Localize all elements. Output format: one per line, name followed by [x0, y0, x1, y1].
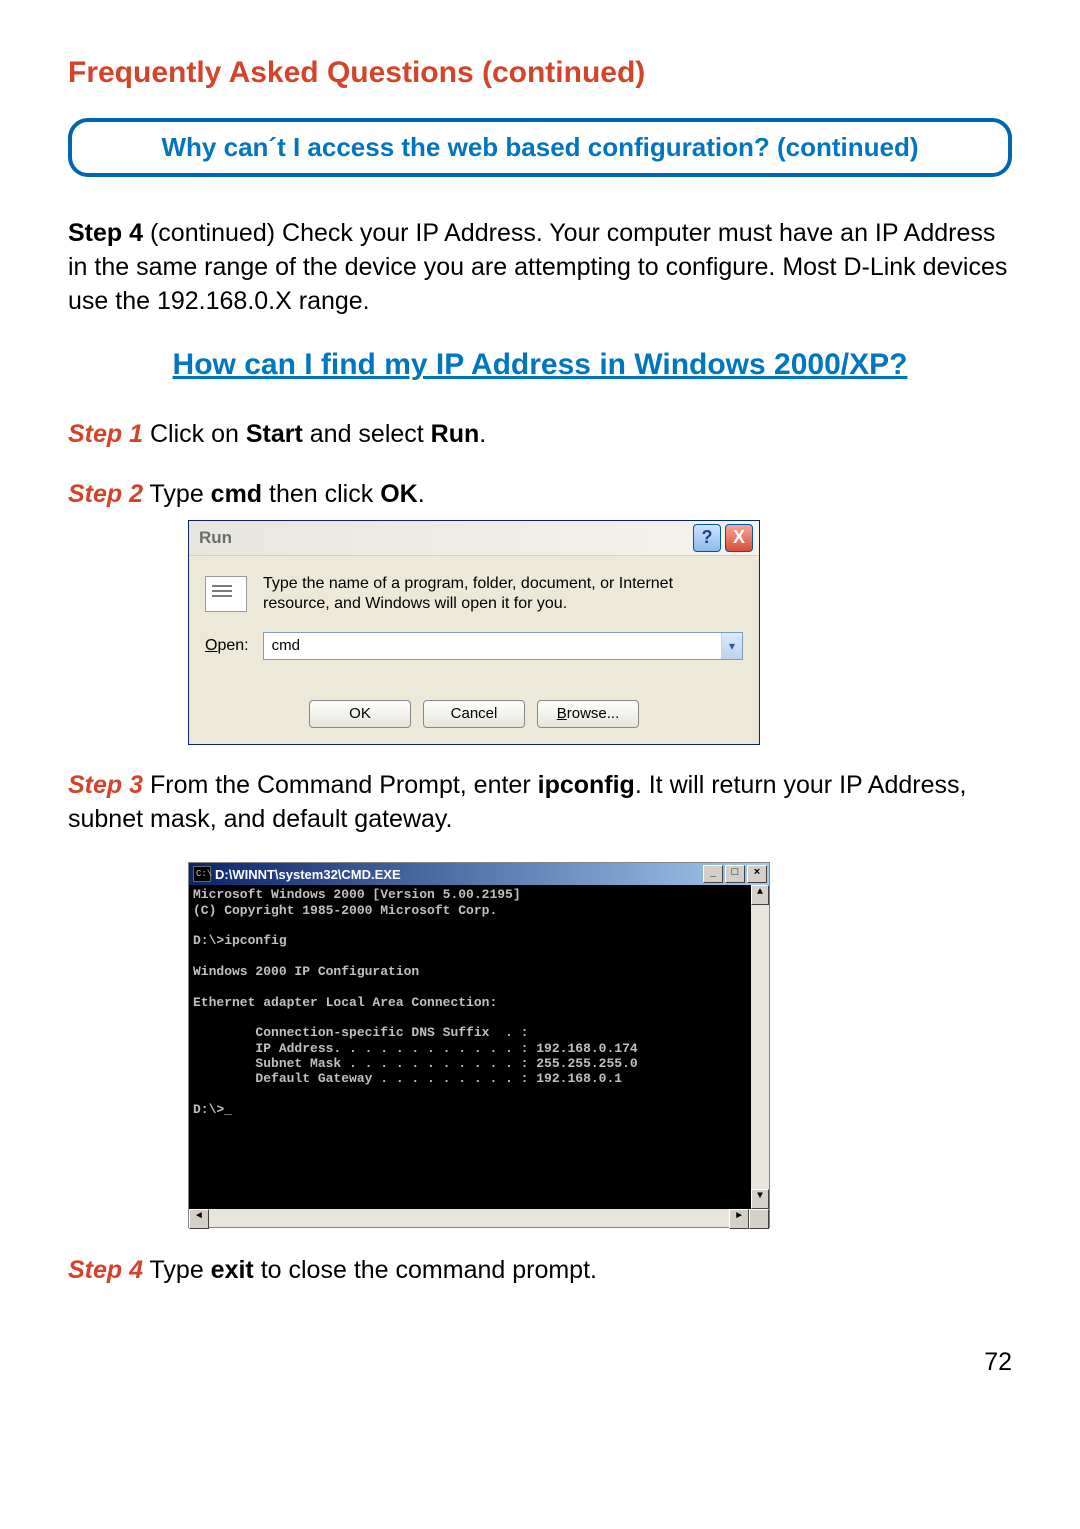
cmd-title: D:\WINNT\system32\CMD.EXE: [215, 867, 701, 882]
question-box: Why can´t I access the web based configu…: [68, 118, 1012, 177]
step-label: Step 4: [68, 1256, 143, 1284]
resize-grip[interactable]: [749, 1209, 769, 1229]
run-dialog: Run ? X Type the name of a program, fold…: [188, 520, 760, 745]
open-input[interactable]: [264, 633, 721, 659]
step3-text: Step 3 From the Command Prompt, enter ip…: [68, 769, 1012, 837]
help-button[interactable]: ?: [693, 524, 721, 552]
step-label: Step 2: [68, 480, 143, 508]
faq-title: Frequently Asked Questions (continued): [68, 56, 1012, 90]
vertical-scrollbar[interactable]: ▲ ▼: [751, 885, 769, 1209]
run-title: Run: [199, 528, 689, 548]
close-button[interactable]: ×: [747, 865, 767, 883]
document-page: Frequently Asked Questions (continued) W…: [0, 0, 1080, 1417]
open-combobox[interactable]: ▾: [263, 632, 743, 660]
page-number: 72: [68, 1348, 1012, 1377]
cancel-button[interactable]: Cancel: [423, 700, 525, 728]
scroll-left-icon[interactable]: ◄: [189, 1209, 209, 1229]
ok-button[interactable]: OK: [309, 700, 411, 728]
cmd-icon: C:\: [193, 866, 211, 882]
step4-text: Step 4 Type exit to close the command pr…: [68, 1254, 1012, 1288]
section-title: How can I find my IP Address in Windows …: [68, 348, 1012, 382]
step-label: Step 3: [68, 771, 143, 799]
scroll-track[interactable]: [209, 1209, 729, 1227]
run-icon: [205, 576, 247, 612]
chevron-down-icon[interactable]: ▾: [721, 633, 742, 659]
run-titlebar: Run ? X: [189, 521, 759, 556]
step1-text: Step 1 Click on Start and select Run.: [68, 418, 1012, 452]
minimize-button[interactable]: _: [703, 865, 723, 883]
step-cont: (continued): [143, 219, 275, 247]
scroll-down-icon[interactable]: ▼: [751, 1189, 769, 1209]
step-label: Step 1: [68, 420, 143, 448]
run-body: Type the name of a program, folder, docu…: [189, 556, 759, 744]
close-button[interactable]: X: [725, 524, 753, 552]
step4-top-text: Step 4 (continued) Check your IP Address…: [68, 217, 1012, 318]
maximize-button[interactable]: □: [725, 865, 745, 883]
question-box-text: Why can´t I access the web based configu…: [162, 132, 919, 162]
scroll-up-icon[interactable]: ▲: [751, 885, 769, 905]
cmd-window: C:\ D:\WINNT\system32\CMD.EXE _ □ × Micr…: [188, 862, 770, 1228]
scroll-track[interactable]: [751, 905, 769, 1189]
horizontal-scrollbar[interactable]: ◄ ►: [189, 1209, 769, 1227]
step2-text: Step 2 Type cmd then click OK.: [68, 478, 1012, 512]
cmd-titlebar: C:\ D:\WINNT\system32\CMD.EXE _ □ ×: [189, 863, 769, 885]
run-description: Type the name of a program, folder, docu…: [263, 574, 743, 614]
scroll-right-icon[interactable]: ►: [729, 1209, 749, 1229]
step-label: Step 4: [68, 219, 143, 247]
open-label: Open:: [205, 637, 249, 655]
browse-button[interactable]: Browse...: [537, 700, 639, 728]
cmd-output: Microsoft Windows 2000 [Version 5.00.219…: [189, 885, 751, 1209]
